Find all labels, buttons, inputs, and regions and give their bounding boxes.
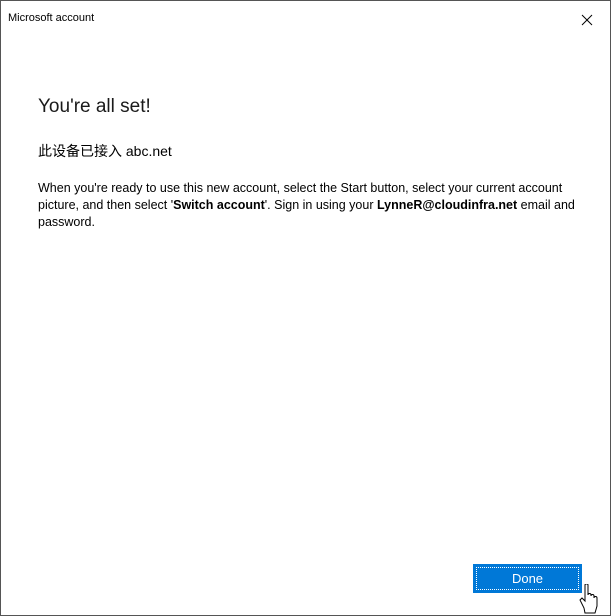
device-joined-text: 此设备已接入 abc.net xyxy=(38,143,172,159)
title-bar: Microsoft account xyxy=(1,1,610,38)
page-heading: You're all set! xyxy=(38,96,151,117)
instructions-part-2: '. Sign in using your xyxy=(264,198,377,212)
content-area: You're all set! 此设备已接入 abc.net When you'… xyxy=(38,94,582,231)
done-button[interactable]: Done xyxy=(473,564,582,593)
switch-account-text: Switch account xyxy=(173,198,265,212)
close-button[interactable] xyxy=(564,1,610,38)
close-icon xyxy=(581,14,593,25)
instructions-text: When you're ready to use this new accoun… xyxy=(38,180,583,231)
mouse-pointer-icon xyxy=(579,584,598,614)
microsoft-account-window: Microsoft account You're all set! 此设备已接入… xyxy=(0,0,611,616)
account-email: LynneR@cloudinfra.net xyxy=(376,198,518,212)
window-title: Microsoft account xyxy=(8,12,95,24)
